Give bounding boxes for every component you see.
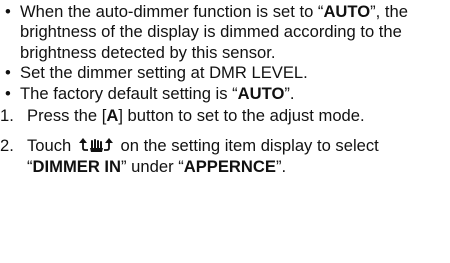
button-label: A <box>106 106 119 126</box>
step-text: ] button to set to the adjust mode. <box>118 106 365 126</box>
step-text: Press the [ <box>27 106 107 126</box>
notes-list: • When the auto-dimmer function is set t… <box>0 2 446 104</box>
bullet-mark: • <box>5 63 11 83</box>
note-bold: AUTO <box>323 2 371 21</box>
note-text: When the auto-dimmer function is set to … <box>20 2 324 21</box>
note-bold: AUTO <box>237 83 285 103</box>
menu-section-label: APPERNCE <box>183 156 276 176</box>
step-text: ”. <box>275 156 287 176</box>
note-text: The factory default setting is “ <box>20 83 238 103</box>
step-text: Touch <box>27 136 76 156</box>
step-1: 1. Press the [A] button to set to the ad… <box>0 106 446 126</box>
step-text: ” under “ <box>121 156 184 176</box>
note-text: ”. <box>284 83 295 103</box>
note-dimmer-setting: • Set the dimmer setting at DMR LEVEL. <box>0 63 446 83</box>
bullet-mark: • <box>5 83 11 103</box>
instruction-page: • When the auto-dimmer function is set t… <box>0 2 446 177</box>
step-2: 2. Touch on the setting item display to … <box>0 136 446 177</box>
bullet-mark: • <box>5 2 11 21</box>
touch-swipe-icon <box>76 137 116 153</box>
note-auto-dimmer: • When the auto-dimmer function is set t… <box>0 2 446 63</box>
step-number: 1. <box>0 106 14 126</box>
note-factory-default: • The factory default setting is “AUTO”. <box>0 84 446 104</box>
steps-list: 1. Press the [A] button to set to the ad… <box>0 106 446 177</box>
step-number: 2. <box>0 136 14 156</box>
menu-item-label: DIMMER IN <box>32 156 122 176</box>
note-text: Set the dimmer setting at DMR LEVEL. <box>20 63 308 83</box>
